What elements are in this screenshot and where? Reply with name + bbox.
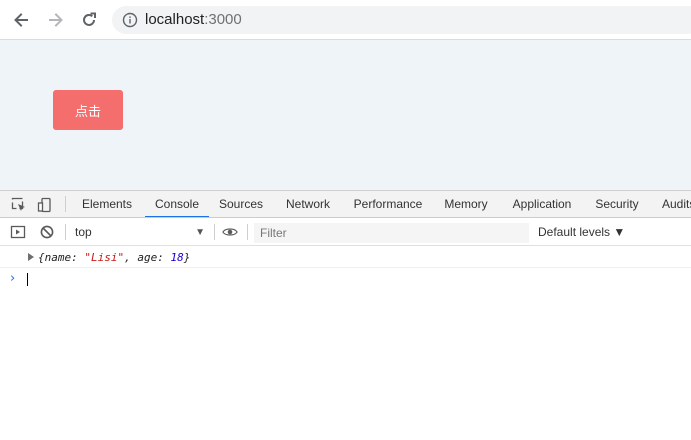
eye-icon[interactable]	[222, 224, 238, 240]
inspect-element-icon[interactable]	[11, 197, 27, 213]
filter-input[interactable]	[254, 223, 529, 243]
filterbar-divider-3	[247, 224, 248, 240]
text-caret	[27, 273, 28, 286]
devtools-tabbar: Elements Console Sources Network Perform…	[0, 191, 691, 218]
tab-audits[interactable]: Audits	[662, 191, 691, 217]
prompt-chevron-icon: ›	[10, 271, 16, 286]
object-separator: , age:	[124, 251, 171, 264]
devtools-panel: Elements Console Sources Network Perform…	[0, 190, 691, 440]
tab-security[interactable]: Security	[589, 191, 645, 217]
address-bar[interactable]: localhost:3000	[112, 6, 691, 34]
filterbar-divider	[65, 224, 66, 240]
device-toolbar-icon[interactable]	[37, 197, 53, 213]
logged-object: {name: "Lisi", age: 18}	[38, 251, 190, 264]
console-output: {name: "Lisi", age: 18} ›	[0, 247, 691, 440]
tab-network[interactable]: Network	[279, 191, 337, 217]
object-age-value: 18	[170, 251, 184, 264]
click-button[interactable]: 点击	[53, 90, 123, 130]
forward-button[interactable]	[44, 8, 68, 32]
tab-console[interactable]: Console	[145, 191, 209, 217]
dropdown-arrow-icon: ▼	[195, 227, 205, 238]
page-viewport: 点击	[0, 40, 691, 190]
reload-icon	[83, 12, 96, 26]
console-filterbar: top ▼ Default levels ▼	[0, 219, 691, 246]
expand-triangle-icon[interactable]	[28, 253, 34, 261]
console-log-row[interactable]: {name: "Lisi", age: 18}	[0, 247, 691, 268]
clear-console-icon[interactable]	[39, 224, 55, 240]
log-levels-dropdown[interactable]: Default levels ▼	[538, 223, 625, 242]
tab-performance[interactable]: Performance	[346, 191, 430, 217]
context-select[interactable]: top ▼	[70, 223, 210, 242]
browser-toolbar: localhost:3000	[0, 0, 691, 40]
object-close: }	[183, 251, 191, 264]
info-icon[interactable]	[122, 12, 138, 28]
tabbar-divider	[65, 196, 66, 212]
tab-memory[interactable]: Memory	[436, 191, 496, 217]
url-port: :3000	[204, 11, 242, 28]
tab-sources[interactable]: Sources	[212, 191, 270, 217]
reload-button[interactable]	[77, 8, 101, 32]
tab-elements[interactable]: Elements	[75, 191, 139, 217]
url-host: localhost	[145, 11, 205, 28]
object-name-value: "Lisi"	[84, 251, 125, 264]
object-open: {name:	[38, 251, 85, 264]
url-text: localhost:3000	[145, 12, 242, 28]
context-value: top	[75, 225, 92, 239]
filterbar-divider-2	[214, 224, 215, 240]
back-button[interactable]	[9, 8, 33, 32]
sidebar-toggle-icon[interactable]	[10, 224, 26, 240]
arrow-right-icon	[49, 13, 63, 27]
tab-application[interactable]: Application	[504, 191, 580, 217]
console-prompt[interactable]: ›	[0, 269, 691, 289]
arrow-left-icon	[14, 13, 28, 27]
